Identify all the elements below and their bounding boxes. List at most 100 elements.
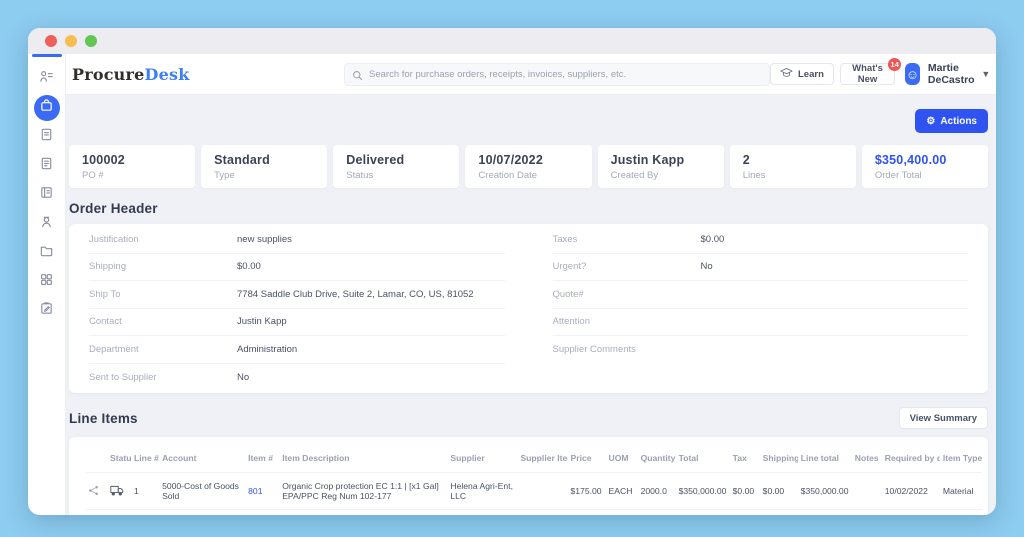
- field-supplier-comments: Supplier Comments: [553, 336, 969, 364]
- delivered-truck-icon[interactable]: [110, 488, 124, 498]
- sidebar-item-invoices[interactable]: [34, 153, 60, 179]
- col-supplier-item: Supplier Item #: [517, 449, 567, 473]
- field-quote-number: Quote#: [553, 281, 969, 309]
- grid-icon: [39, 272, 54, 292]
- user-avatar[interactable]: ☺: [905, 63, 920, 85]
- cell-supplier-item: [517, 510, 567, 516]
- sidebar-item-purchase-orders[interactable]: [34, 95, 60, 121]
- cell-item-description: Test Item: [279, 510, 447, 516]
- actions-button[interactable]: ⚙ Actions: [915, 109, 988, 133]
- share-icon[interactable]: [88, 488, 99, 498]
- line-item-row-1: 1 5000-Cost of Goods Sold 801 Organic Cr…: [85, 473, 982, 510]
- cell-account: 5000-Cost of Goods Sold: [159, 473, 245, 510]
- sidebar-item-catalog[interactable]: [34, 182, 60, 208]
- purchase-order-bag-icon: [39, 98, 54, 118]
- lines-value: 2: [743, 153, 843, 167]
- line-item-row-2: 2 5000-Cost of Goods Sold Test Test Item…: [85, 510, 982, 516]
- cell-quantity: 2000.0: [638, 473, 676, 510]
- cell-price: $20.00: [568, 510, 606, 516]
- cell-supplier-item: [517, 473, 567, 510]
- col-shipping: Shipping: [760, 449, 798, 473]
- cell-required-by-date: 10/02/2022: [882, 510, 940, 516]
- sidebar-item-approvals[interactable]: [34, 66, 60, 92]
- sidebar: [28, 54, 66, 515]
- order-header-panel: Justification new supplies Shipping $0.0…: [69, 224, 988, 393]
- share-column-header: [85, 449, 107, 473]
- field-label: Shipping: [89, 261, 237, 272]
- col-tax: Tax: [730, 449, 760, 473]
- learn-label: Learn: [798, 69, 824, 80]
- field-value: $0.00: [237, 261, 261, 272]
- user-menu[interactable]: Martie DeCastro ▼: [928, 62, 990, 86]
- logo-part-procure: Procure: [72, 65, 145, 84]
- cell-item-number[interactable]: 801: [245, 473, 279, 510]
- col-line: Line #: [131, 449, 159, 473]
- order-header-left-column: Justification new supplies Shipping $0.0…: [89, 226, 505, 391]
- line-items-panel: Status Line # Account Item # Item Descri…: [69, 437, 988, 515]
- maximize-window-button[interactable]: [85, 35, 97, 47]
- global-search: •••: [344, 63, 770, 86]
- type-label: Type: [214, 170, 314, 181]
- window-titlebar: [28, 28, 996, 54]
- col-item-description: Item Description: [279, 449, 447, 473]
- logo-part-desk: Desk: [145, 65, 190, 84]
- sidebar-item-suppliers[interactable]: [34, 211, 60, 237]
- line-items-table: Status Line # Account Item # Item Descri…: [85, 449, 982, 515]
- card-po-number: 100002 PO #: [69, 145, 195, 188]
- col-line-total: Line total: [798, 449, 852, 473]
- field-label: Sent to Supplier: [89, 372, 237, 383]
- card-lines: 2 Lines: [730, 145, 856, 188]
- minimize-window-button[interactable]: [65, 35, 77, 47]
- cell-item-type: Material: [940, 510, 982, 516]
- sidebar-accent-bar: [32, 54, 62, 57]
- sidebar-item-documents[interactable]: [34, 240, 60, 266]
- col-account: Account: [159, 449, 245, 473]
- cell-line-total: $350,000.00: [798, 473, 852, 510]
- search-input[interactable]: [344, 63, 770, 86]
- lines-label: Lines: [743, 170, 843, 181]
- search-icon: [352, 68, 363, 86]
- cell-item-description: Organic Crop protection EC 1:1 | [x1 Gal…: [279, 473, 447, 510]
- cell-line-number: 1: [131, 473, 159, 510]
- field-urgent: Urgent? No: [553, 254, 969, 282]
- cell-quantity: 20.0: [638, 510, 676, 516]
- status-value: Delivered: [346, 153, 446, 167]
- cell-item-number[interactable]: Test: [245, 510, 279, 516]
- learn-button[interactable]: Learn: [770, 63, 834, 85]
- col-uom: UOM: [606, 449, 638, 473]
- gear-icon: ⚙: [926, 116, 935, 127]
- close-window-button[interactable]: [45, 35, 57, 47]
- card-order-total: $350,400.00 Order Total: [862, 145, 988, 188]
- card-creation-date: 10/07/2022 Creation Date: [465, 145, 591, 188]
- supplier-person-icon: [39, 214, 54, 234]
- creation-date-label: Creation Date: [478, 170, 578, 181]
- document-icon: [39, 127, 54, 147]
- created-by-label: Created By: [611, 170, 711, 181]
- field-value: No: [237, 372, 249, 383]
- col-required-by-date: Required by date: [882, 449, 940, 473]
- cell-total: $350,000.00: [676, 473, 730, 510]
- cell-shipping: $0.00: [760, 473, 798, 510]
- field-label: Contact: [89, 316, 237, 327]
- procuredesk-logo[interactable]: ProcureDesk: [72, 65, 344, 84]
- top-navigation-bar: ProcureDesk ••• Learn What's New 14: [66, 54, 996, 95]
- cell-tax: $0.00: [730, 510, 760, 516]
- page-content: ⚙ Actions 100002 PO # Standard Type Deli…: [66, 95, 996, 515]
- view-summary-button[interactable]: View Summary: [899, 407, 988, 429]
- sidebar-item-tasks[interactable]: [34, 298, 60, 324]
- cell-uom: EACH: [606, 473, 638, 510]
- sidebar-item-receipts[interactable]: [34, 124, 60, 150]
- sidebar-item-apps[interactable]: [34, 269, 60, 295]
- order-header-title: Order Header: [69, 201, 988, 216]
- whats-new-button[interactable]: What's New 14: [840, 63, 895, 85]
- field-value: Administration: [237, 344, 297, 355]
- cell-supplier: Helena Agri-Ent, LLC: [447, 473, 517, 510]
- field-department: Department Administration: [89, 336, 505, 364]
- field-value: 7784 Saddle Club Drive, Suite 2, Lamar, …: [237, 289, 474, 300]
- field-label: Justification: [89, 234, 237, 245]
- field-value: new supplies: [237, 234, 292, 245]
- chevron-down-icon: ▼: [981, 69, 990, 79]
- cell-required-by-date: 10/02/2022: [882, 473, 940, 510]
- col-status: Status: [107, 449, 131, 473]
- cell-line-total: $400.00: [798, 510, 852, 516]
